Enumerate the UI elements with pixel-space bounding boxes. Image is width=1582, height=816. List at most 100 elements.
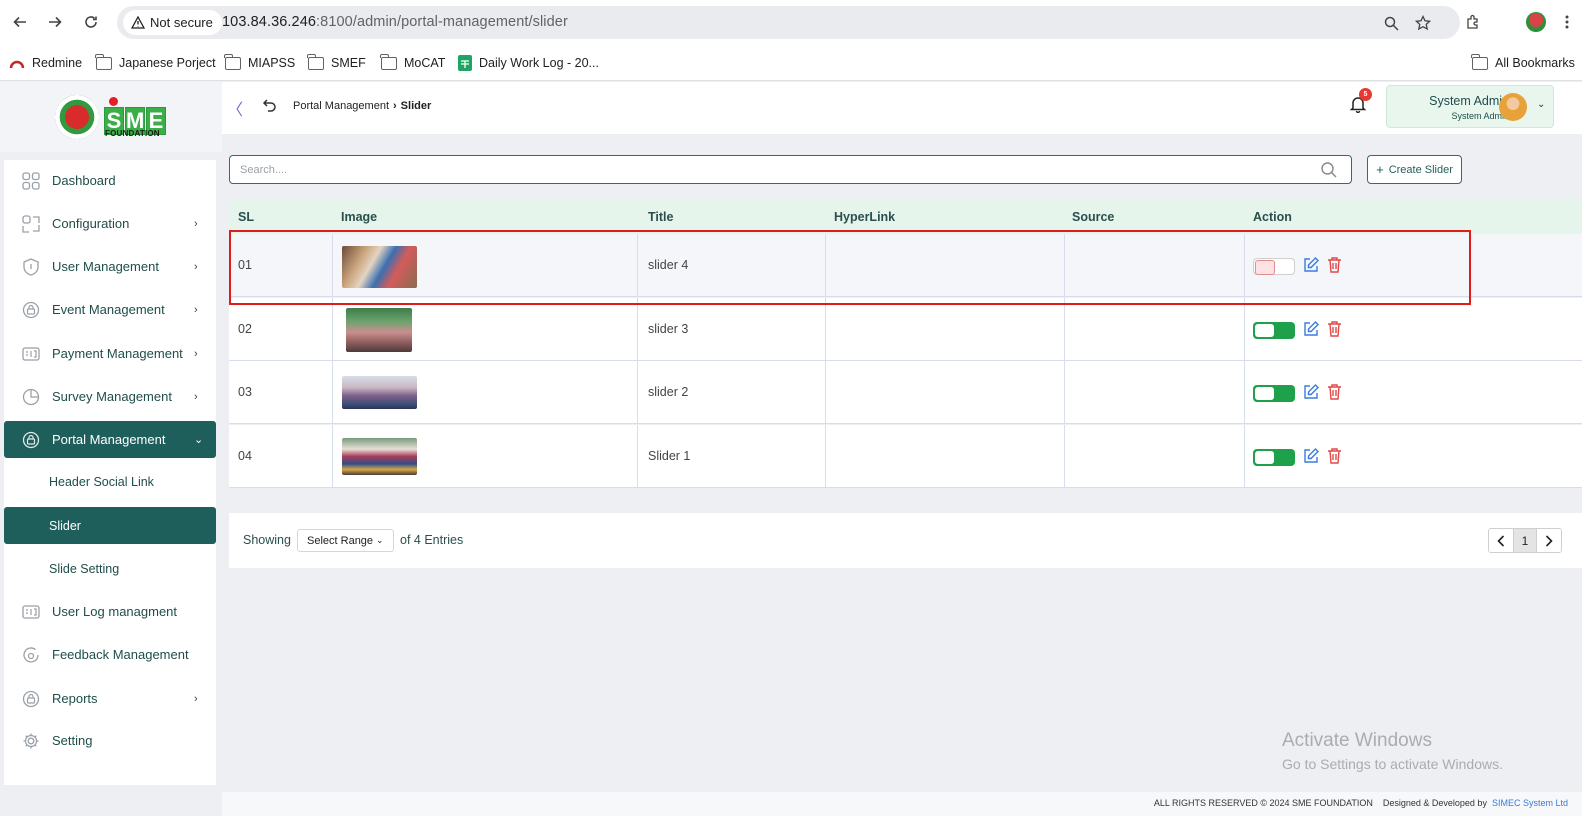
sidebar-subitem-label: Header Social Link (49, 474, 154, 489)
bookmark-japanese-porject[interactable]: Japanese Porject (95, 53, 216, 73)
pie-icon (22, 388, 40, 406)
bookmark-mocat[interactable]: MoCAT (380, 53, 446, 73)
cell-divider (1064, 425, 1065, 487)
bookmark-miapss[interactable]: MIAPSS (224, 53, 295, 73)
bookmark-daily-work-log[interactable]: Daily Work Log - 20... (458, 53, 599, 73)
sidebar-item-user-management[interactable]: User Management › (4, 248, 216, 285)
sidebar-item-event-management[interactable]: Event Management › (4, 291, 216, 328)
bookmark-label: Redmine (32, 56, 83, 70)
chevron-right-icon: › (194, 303, 198, 316)
status-toggle[interactable] (1253, 449, 1295, 466)
range-select[interactable]: Select Range ⌄ (297, 529, 394, 552)
delete-trash-icon[interactable] (1326, 320, 1343, 338)
sidebar-item-payment-management[interactable]: Payment Management › (4, 335, 216, 372)
pager: 1 (1488, 528, 1562, 553)
shield-icon (22, 257, 40, 276)
security-chip[interactable]: Not secure (123, 10, 222, 35)
sidebar-item-user-log-managment[interactable]: User Log managment (4, 593, 216, 630)
sidebar-item-dashboard[interactable]: Dashboard (4, 162, 216, 199)
sidebar-subitem-slide-setting[interactable]: Slide Setting (4, 550, 216, 587)
back-arrow-icon[interactable] (9, 11, 31, 33)
redmine-icon (9, 60, 25, 69)
sidebar-subitem-header-social-link[interactable]: Header Social Link (4, 463, 216, 500)
user-menu[interactable]: System Admin System Admin ⌄ (1386, 85, 1554, 128)
chevron-left-icon (1497, 534, 1505, 547)
slider-image-thumbnail[interactable] (346, 308, 412, 352)
sidebar-subitem-slider[interactable]: Slider (4, 507, 216, 544)
breadcrumb: Portal Management › Slider (293, 100, 431, 112)
folder-icon (95, 53, 112, 70)
range-select-value: Select Range (307, 534, 374, 547)
delete-trash-icon[interactable] (1326, 256, 1343, 274)
sidebar-item-label: Feedback Management (52, 647, 189, 662)
bookmark-star-icon[interactable] (1413, 13, 1433, 33)
status-toggle[interactable] (1253, 258, 1295, 275)
cell-divider (1064, 298, 1065, 360)
sidebar-item-label: Setting (52, 733, 93, 748)
cell-divider (1244, 298, 1245, 360)
breadcrumb-current: Slider (400, 100, 432, 112)
cell-title: slider 4 (648, 258, 689, 272)
forward-arrow-icon[interactable] (44, 11, 66, 33)
reload-icon[interactable] (80, 11, 102, 33)
sidebar-item-setting[interactable]: Setting (4, 722, 216, 759)
sidebar-item-label: Payment Management (52, 346, 183, 361)
zoom-icon[interactable] (1381, 13, 1401, 33)
cell-divider (825, 361, 826, 423)
lock-icon (22, 301, 40, 319)
address-bar[interactable]: Not secure 103.84.36.246:8100/admin/port… (117, 6, 1460, 39)
extensions-icon[interactable] (1462, 11, 1484, 33)
cell-divider (1064, 234, 1065, 296)
page-number-button[interactable]: 1 (1513, 529, 1537, 552)
bookmark-label: MoCAT (404, 56, 446, 70)
warning-icon (131, 16, 145, 29)
chevron-right-icon: › (194, 390, 198, 403)
sidebar-item-reports[interactable]: Reports › (4, 680, 216, 717)
bookmark-smef[interactable]: SMEF (307, 53, 366, 73)
menu-dots-icon[interactable] (1556, 11, 1578, 33)
bookmark-redmine[interactable]: Redmine (9, 53, 82, 73)
browser-profile-avatar[interactable] (1526, 12, 1546, 32)
bookmarks-bar: Redmine Japanese Porject MIAPSS SMEF MoC… (0, 45, 1582, 81)
edit-icon[interactable] (1302, 383, 1320, 401)
delete-trash-icon[interactable] (1326, 383, 1343, 401)
chevron-right-icon: › (194, 692, 198, 705)
sidebar-item-label: Event Management (52, 302, 165, 317)
sidebar-item-label: User Log managment (52, 604, 178, 619)
edit-icon[interactable] (1302, 447, 1320, 465)
developer-link[interactable]: SIMEC System Ltd (1492, 798, 1568, 808)
sidebar-item-portal-management[interactable]: Portal Management ⌄ (4, 421, 216, 458)
prev-page-button[interactable] (1489, 529, 1513, 552)
sidebar-item-survey-management[interactable]: Survey Management › (4, 378, 216, 415)
all-bookmarks[interactable]: All Bookmarks (1471, 53, 1575, 73)
slider-image-thumbnail[interactable] (342, 376, 417, 409)
logo-foundation-text: FOUNDATION (105, 129, 160, 138)
search-icon[interactable] (1320, 161, 1338, 179)
dashboard-icon (22, 171, 40, 190)
cell-sl: 02 (238, 322, 252, 336)
sidebar-item-configuration[interactable]: Configuration › (4, 205, 216, 242)
watermark-subtitle: Go to Settings to activate Windows. (1282, 756, 1503, 772)
cell-divider (637, 234, 638, 296)
sidebar-subitem-label: Slide Setting (49, 561, 120, 576)
create-slider-button[interactable]: + Create Slider (1367, 155, 1462, 184)
chevron-down-icon: ⌄ (194, 434, 204, 446)
folder-icon (307, 53, 324, 70)
sidebar-item-feedback-management[interactable]: Feedback Management (4, 636, 216, 673)
status-toggle[interactable] (1253, 322, 1295, 339)
breadcrumb-parent[interactable]: Portal Management (293, 100, 389, 112)
undo-back-icon[interactable] (262, 97, 278, 113)
slider-image-thumbnail[interactable] (342, 438, 417, 475)
cell-divider (1244, 425, 1245, 487)
search-input[interactable] (240, 162, 1300, 178)
next-page-button[interactable] (1537, 529, 1561, 552)
edit-icon[interactable] (1302, 256, 1320, 274)
slider-image-thumbnail[interactable] (342, 246, 417, 288)
notification-badge: 5 (1359, 88, 1372, 101)
status-toggle[interactable] (1253, 385, 1295, 402)
page-footer: ALL RIGHTS RESERVED © 2024 SME FOUNDATIO… (222, 792, 1582, 816)
url-text[interactable]: 103.84.36.246:8100/admin/portal-manageme… (222, 14, 568, 30)
delete-trash-icon[interactable] (1326, 447, 1343, 465)
edit-icon[interactable] (1302, 320, 1320, 338)
sidebar-collapse-icon[interactable]: 〈 (227, 96, 243, 120)
